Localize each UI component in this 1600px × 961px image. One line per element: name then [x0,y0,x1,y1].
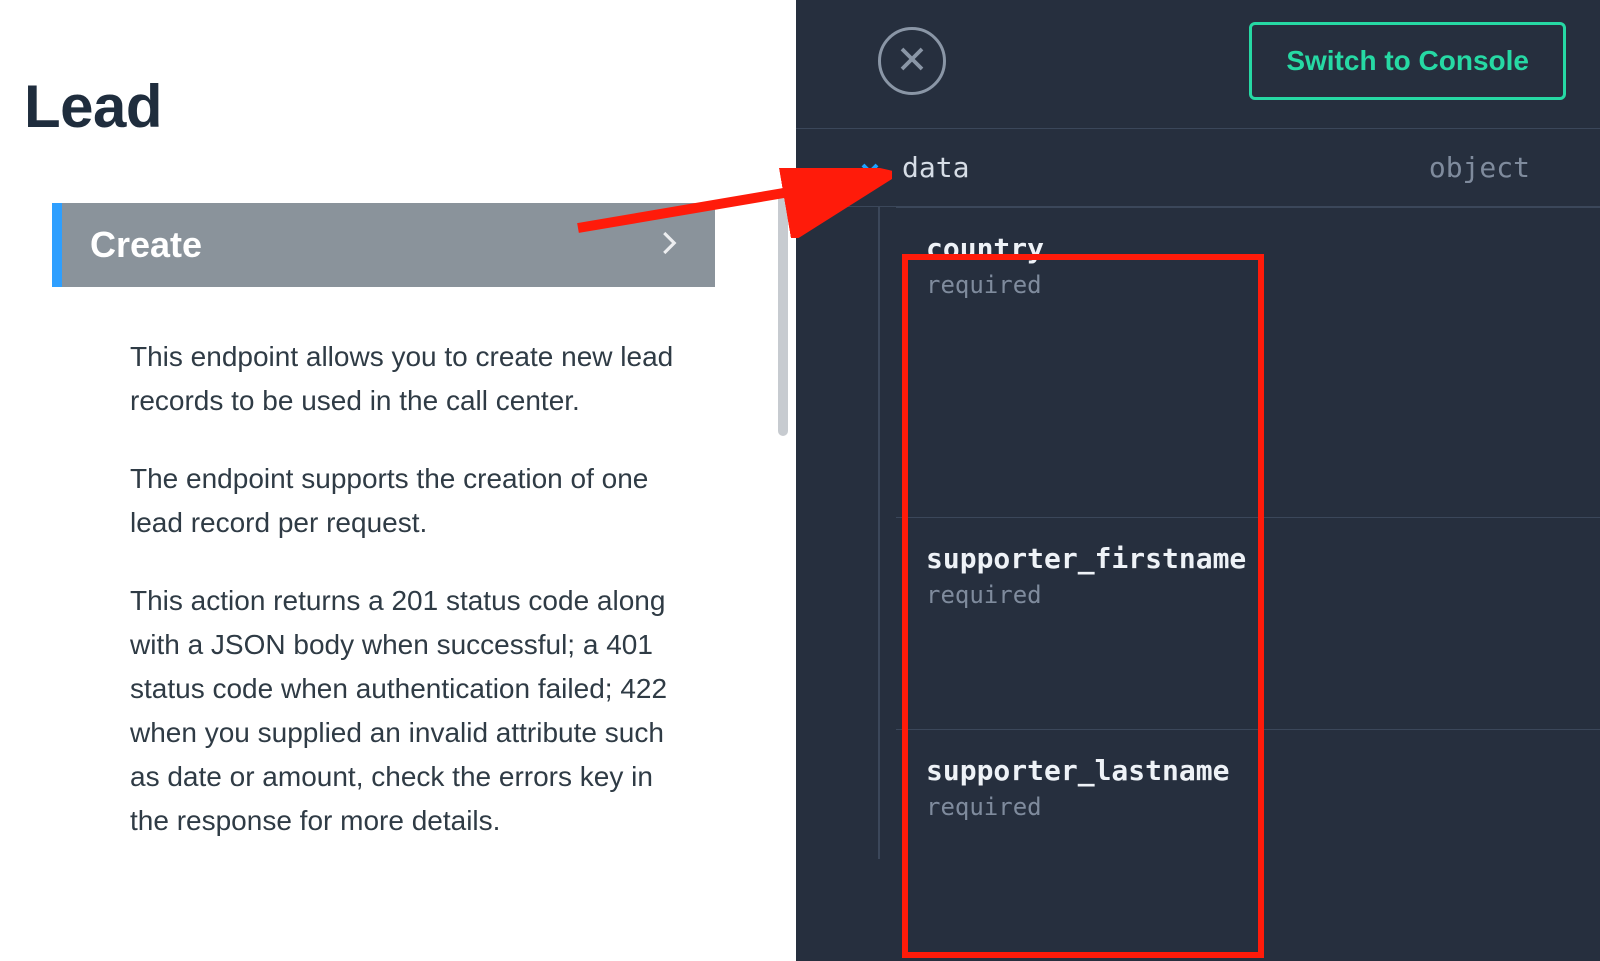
page-title: Lead [0,0,778,141]
schema-pane-toolbar: Switch to Console [796,0,1600,128]
switch-to-console-button[interactable]: Switch to Console [1249,22,1566,100]
endpoint-block: Create This endpoint allows you to creat… [52,203,715,843]
docs-pane: Lead Create This endpoint allows you to … [0,0,778,961]
chevron-right-icon [653,228,683,263]
endpoint-paragraph: This endpoint allows you to create new l… [130,335,687,423]
schema-field-row[interactable]: country required [896,207,1600,517]
endpoint-paragraph: This action returns a 201 status code al… [130,579,687,843]
schema-field-required: required [926,271,1570,299]
schema-field-required: required [926,793,1570,821]
schema-root-type: object [1429,151,1530,184]
schema-field-name: country [926,232,1570,265]
scrollbar-thumb[interactable] [778,188,788,436]
schema-field-name: supporter_firstname [926,542,1570,575]
endpoint-create-body: This endpoint allows you to create new l… [52,287,715,843]
schema-fields: country required supporter_firstname req… [796,207,1600,859]
close-icon [897,44,927,79]
schema-field-name: supporter_lastname [926,754,1570,787]
endpoint-create-label: Create [90,224,202,266]
schema-root-row[interactable]: data object [796,129,1600,207]
schema-field-row[interactable]: supporter_lastname required [896,729,1600,859]
endpoint-paragraph: The endpoint supports the creation of on… [130,457,687,545]
tree-guide-line [878,207,880,859]
endpoint-create-header[interactable]: Create [52,203,715,287]
schema-field-required: required [926,581,1570,609]
schema-root-key: data [902,151,969,184]
close-button[interactable] [878,27,946,95]
schema-field-row[interactable]: supporter_firstname required [896,517,1600,729]
chevron-down-icon[interactable] [856,156,884,180]
schema-pane: Switch to Console data object country re… [796,0,1600,961]
